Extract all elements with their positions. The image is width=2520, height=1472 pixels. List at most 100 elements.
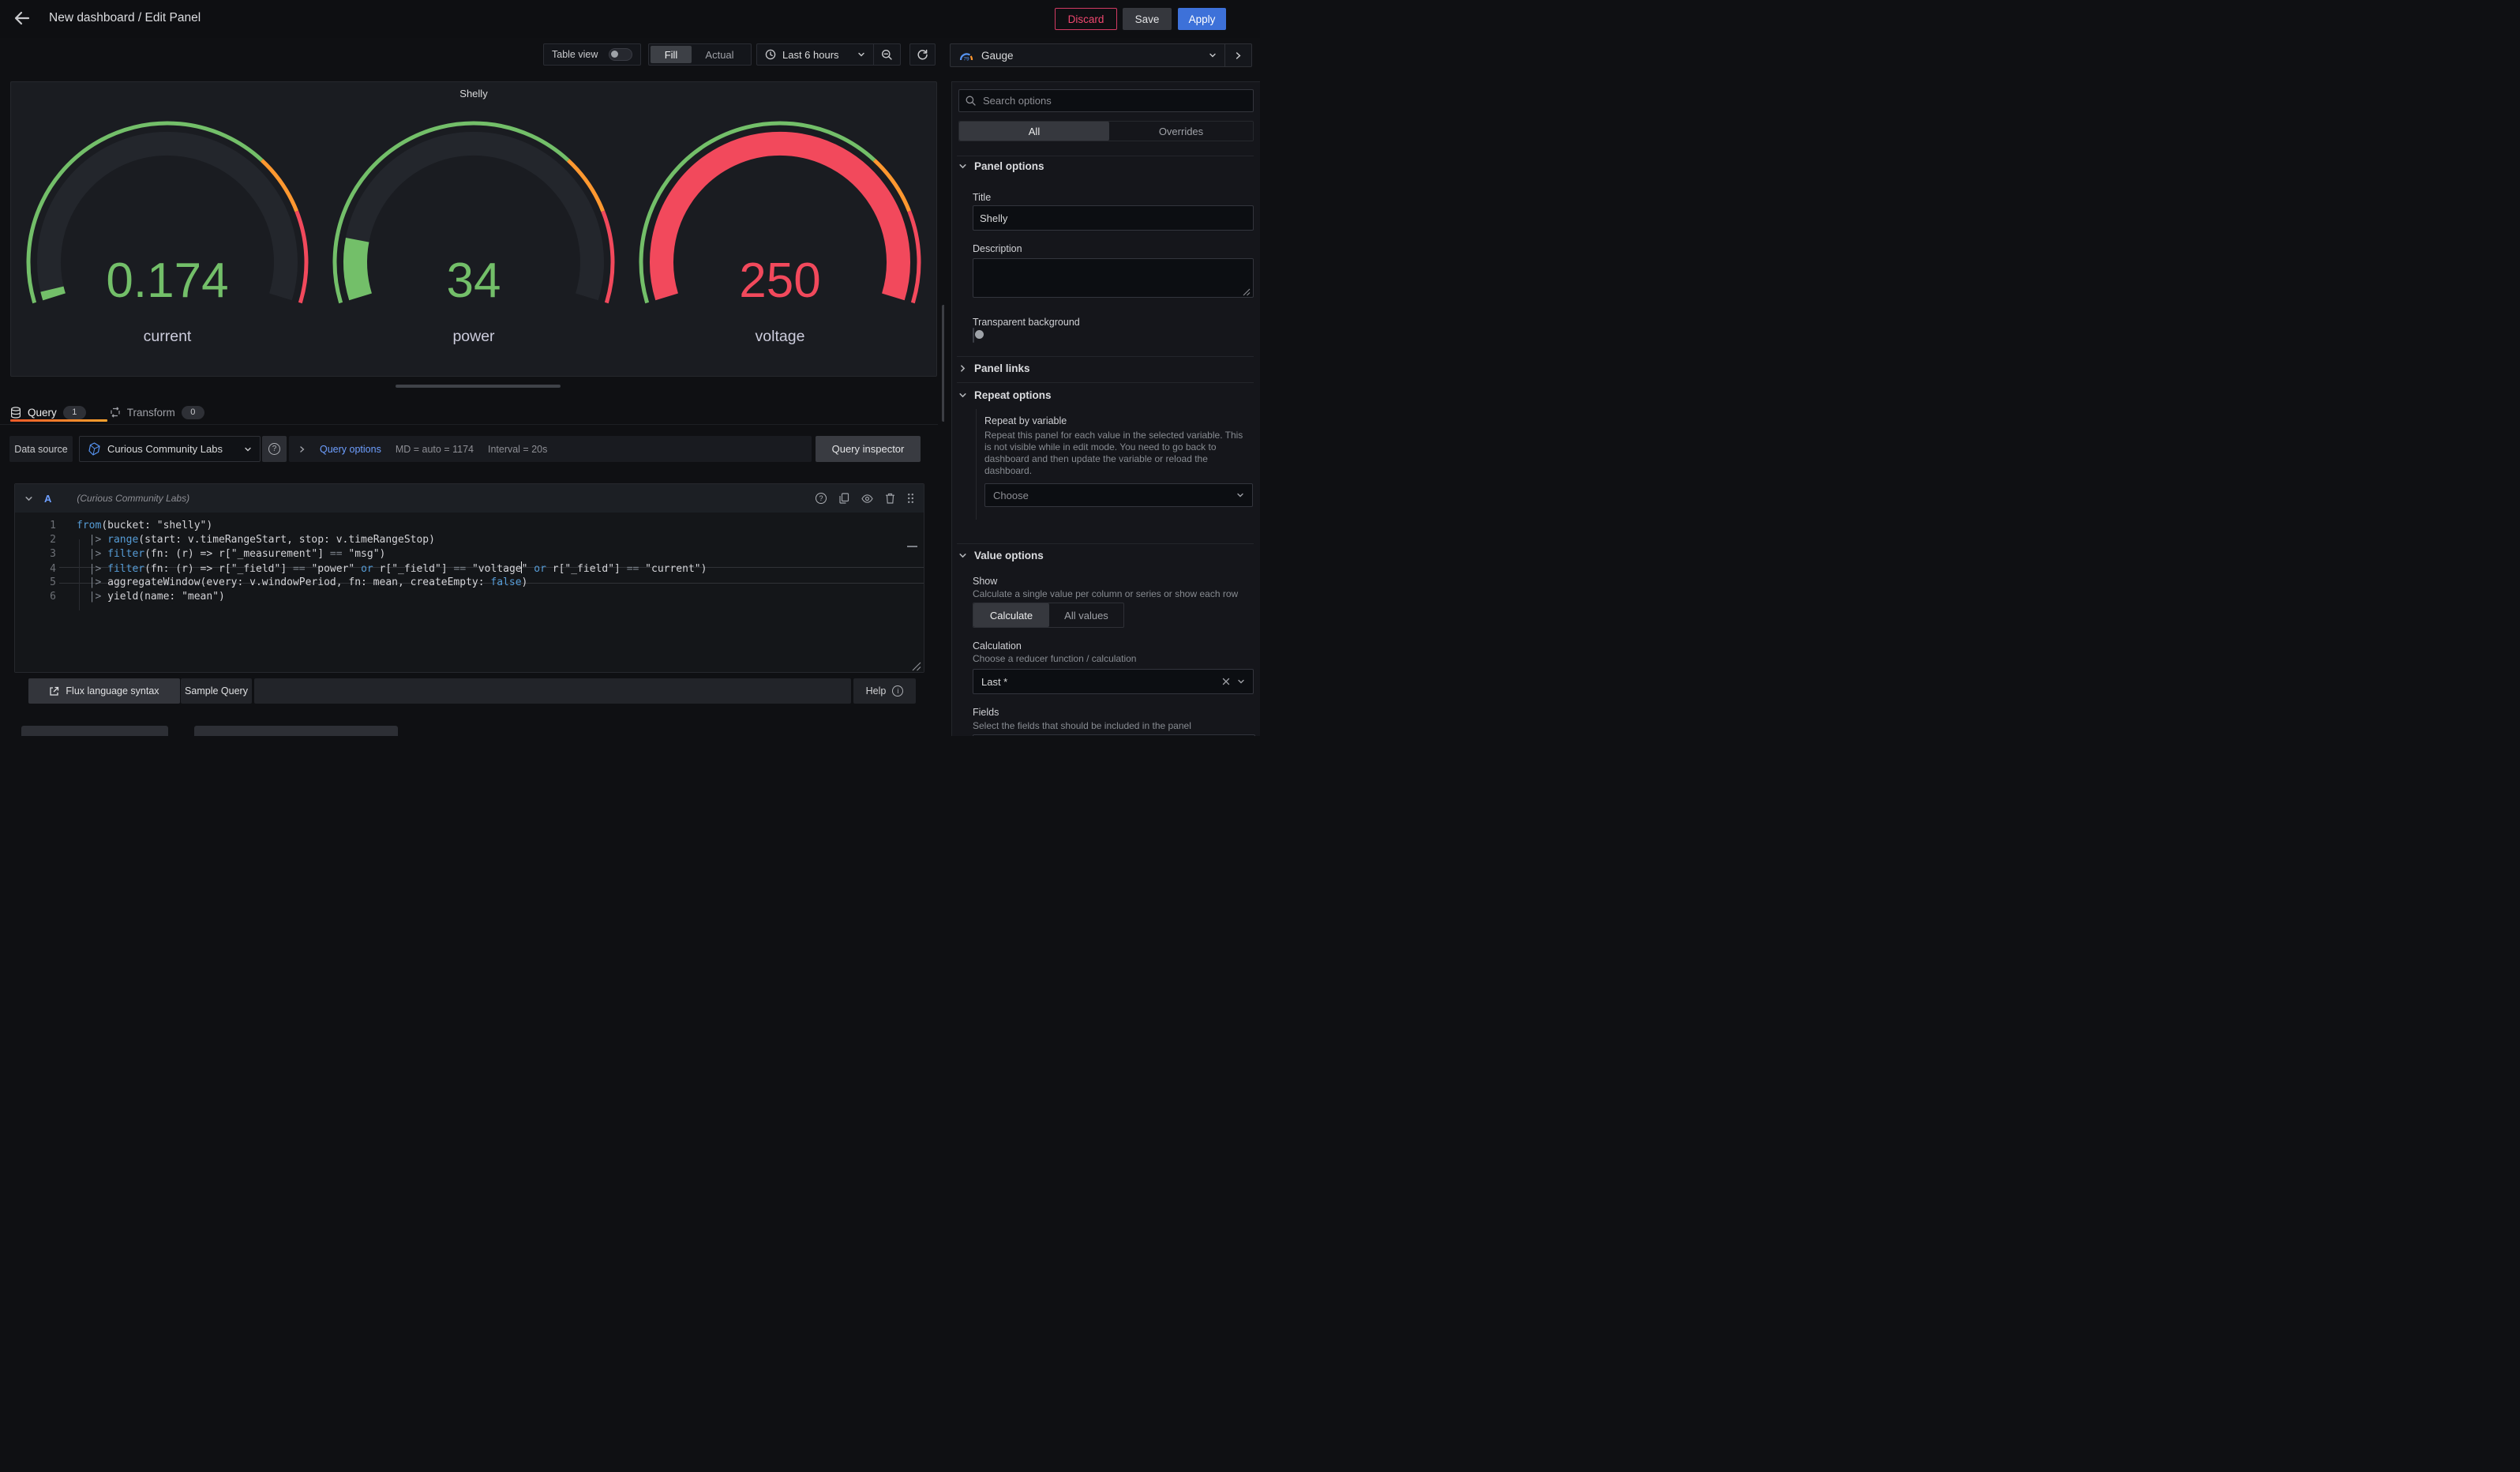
table-view-toggle[interactable] xyxy=(609,48,632,61)
clock-icon xyxy=(765,49,776,60)
svg-text:current: current xyxy=(144,328,192,345)
table-view-control: Table view xyxy=(543,43,641,66)
calculation-label: Calculation xyxy=(973,640,1022,652)
query-options-bar[interactable]: Query options MD = auto = 1174 Interval … xyxy=(289,436,812,462)
editor-resize-handle-icon[interactable] xyxy=(912,662,921,671)
calculation-description: Choose a reducer function / calculation xyxy=(973,653,1136,665)
section-value-options[interactable]: Value options xyxy=(958,550,1044,561)
search-options-box xyxy=(958,89,1254,112)
repeat-variable-select[interactable]: Choose xyxy=(984,483,1253,507)
apply-button[interactable]: Apply xyxy=(1178,8,1226,30)
tab-transform[interactable]: Transform 0 xyxy=(110,406,204,419)
fill-button[interactable]: Fill xyxy=(651,46,692,63)
hide-response-eye-icon[interactable] xyxy=(861,494,873,504)
section-panel-links[interactable]: Panel links xyxy=(958,362,1030,374)
description-label: Description xyxy=(973,243,1022,254)
chevron-down-icon xyxy=(1236,491,1244,499)
svg-text:79: 79 xyxy=(963,56,969,62)
query-help-icon[interactable]: ? xyxy=(816,493,827,504)
flux-code-editor[interactable]: 1from(bucket: "shelly")2 |> range(start:… xyxy=(15,513,924,673)
query-datasource-hint: (Curious Community Labs) xyxy=(77,493,189,504)
section-heading: Panel options xyxy=(974,160,1044,172)
svg-text:34: 34 xyxy=(447,253,501,308)
calculate-button[interactable]: Calculate xyxy=(973,603,1049,627)
visualization-picker[interactable]: 79 Gauge xyxy=(951,44,1224,66)
add-expression-button-partial[interactable] xyxy=(194,726,398,736)
query-header-actions: ? xyxy=(816,493,914,504)
search-options-input[interactable] xyxy=(981,94,1247,107)
actual-button[interactable]: Actual xyxy=(692,46,748,63)
fields-label: Fields xyxy=(973,707,999,718)
active-tab-underline xyxy=(10,419,107,422)
refresh-button[interactable] xyxy=(909,43,936,66)
calculation-value: Last * xyxy=(981,676,1007,688)
database-icon xyxy=(10,407,21,419)
collapse-options-button[interactable] xyxy=(1224,44,1251,66)
flux-syntax-label: Flux language syntax xyxy=(66,685,159,697)
tab-overrides[interactable]: Overrides xyxy=(1109,122,1253,141)
code-lines: 1from(bucket: "shelly")2 |> range(start:… xyxy=(15,519,924,604)
duplicate-icon[interactable] xyxy=(838,493,849,504)
help-button[interactable]: Help i xyxy=(853,678,916,704)
textarea-resize-handle-icon[interactable] xyxy=(1243,288,1251,296)
time-picker: Last 6 hours xyxy=(756,43,901,66)
transparent-background-toggle[interactable] xyxy=(973,328,974,343)
tab-transform-count: 0 xyxy=(182,406,204,419)
datasource-picker[interactable]: Curious Community Labs xyxy=(79,436,261,462)
query-editor-header[interactable]: A (Curious Community Labs) ? xyxy=(15,484,924,513)
page-title: New dashboard / Edit Panel xyxy=(49,11,201,25)
description-textarea[interactable] xyxy=(973,258,1254,298)
sample-query-button[interactable]: Sample Query xyxy=(181,678,252,704)
panel-title-input[interactable] xyxy=(973,205,1254,231)
gauge-power: 34power xyxy=(324,107,624,354)
section-panel-options[interactable]: Panel options xyxy=(958,160,1044,172)
section-heading: Repeat options xyxy=(974,389,1052,401)
gauge-voltage: 250voltage xyxy=(630,107,930,354)
help-circle-icon: ? xyxy=(268,443,280,455)
tab-query-label: Query xyxy=(28,407,57,419)
clear-icon[interactable] xyxy=(1222,678,1230,685)
time-range-button[interactable]: Last 6 hours xyxy=(757,49,873,61)
fill-actual-group: Fill Actual xyxy=(648,43,752,66)
footer-spacer-bar xyxy=(254,678,851,704)
refresh-icon xyxy=(917,49,928,61)
datasource-help-button[interactable]: ? xyxy=(262,436,287,462)
zoom-out-icon xyxy=(881,49,893,61)
query-options-link[interactable]: Query options xyxy=(320,444,381,455)
gauge-current: 0.174current xyxy=(17,107,317,354)
divider xyxy=(957,543,1254,544)
table-view-label: Table view xyxy=(552,49,598,60)
section-repeat-options[interactable]: Repeat options xyxy=(958,389,1052,401)
add-query-button-partial[interactable] xyxy=(21,726,168,736)
delete-query-trash-icon[interactable] xyxy=(885,493,895,504)
arrow-left-icon xyxy=(13,9,32,28)
tab-all[interactable]: All xyxy=(959,122,1109,141)
flux-syntax-button[interactable]: Flux language syntax xyxy=(28,678,180,704)
shelly-panel[interactable]: Shelly 0.174current 34power 250voltage xyxy=(10,81,937,377)
query-inspector-button[interactable]: Query inspector xyxy=(816,436,921,462)
fields-description: Select the fields that should be include… xyxy=(973,720,1191,732)
chevron-down-icon xyxy=(857,51,865,58)
info-circle-icon: i xyxy=(892,685,903,697)
panel-resize-handle[interactable] xyxy=(396,385,561,388)
discard-button[interactable]: Discard xyxy=(1055,8,1117,30)
fields-select-partial[interactable] xyxy=(973,734,1255,736)
zoom-out-button[interactable] xyxy=(874,49,900,61)
save-button[interactable]: Save xyxy=(1123,8,1172,30)
divider xyxy=(0,424,938,425)
datasource-name: Curious Community Labs xyxy=(107,443,223,455)
time-range-label: Last 6 hours xyxy=(782,49,839,61)
tab-query[interactable]: Query 1 xyxy=(10,406,86,419)
interval-text: Interval = 20s xyxy=(488,444,547,455)
help-label: Help xyxy=(866,685,887,697)
overview-ruler-mark xyxy=(907,546,917,547)
grafana-edit-panel: New dashboard / Edit Panel Discard Save … xyxy=(0,0,1260,736)
drag-handle-icon[interactable] xyxy=(907,493,914,504)
visualization-name: Gauge xyxy=(981,50,1014,62)
calculation-select[interactable]: Last * xyxy=(973,669,1254,694)
gauges-row: 0.174current 34power 250voltage xyxy=(11,107,936,354)
top-bar: New dashboard / Edit Panel Discard Save … xyxy=(0,0,1260,38)
all-values-button[interactable]: All values xyxy=(1049,603,1123,627)
chevron-right-icon xyxy=(958,364,967,373)
back-button[interactable] xyxy=(13,9,35,29)
